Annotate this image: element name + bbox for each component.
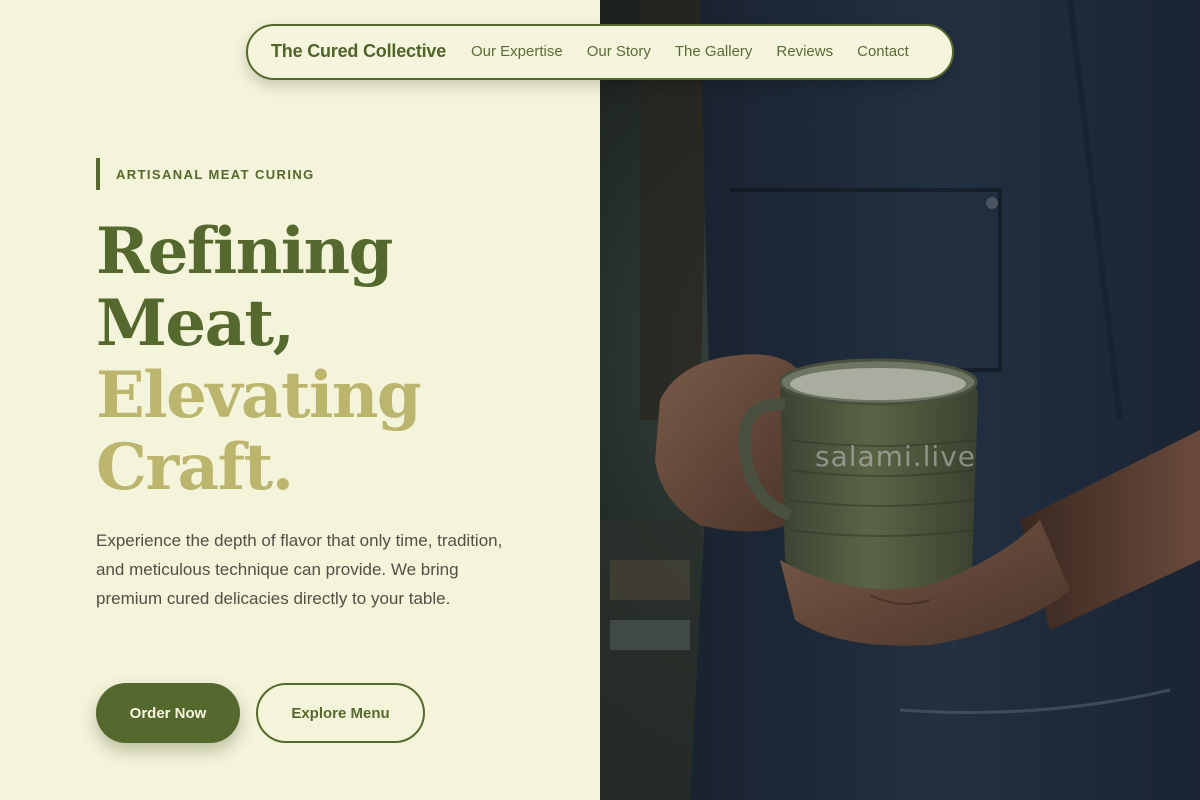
headline-line-4: Craft. xyxy=(96,430,294,505)
hero-headline: Refining Meat, Elevating Craft. xyxy=(96,216,566,504)
headline-line-2: Meat, xyxy=(96,286,295,361)
nav-link-story[interactable]: Our Story xyxy=(587,43,651,60)
hero-eyebrow: ARTISANAL MEAT CURING xyxy=(96,158,315,190)
hero-photo: salami.live xyxy=(600,0,1200,800)
headline-line-1: Refining xyxy=(96,214,393,289)
explore-menu-button[interactable]: Explore Menu xyxy=(256,683,425,743)
nav-links: Our Expertise Our Story The Gallery Revi… xyxy=(471,43,909,60)
hero-description: Experience the depth of flavor that only… xyxy=(96,531,503,608)
nav-link-gallery[interactable]: The Gallery xyxy=(675,43,753,60)
person-holding-mug-photo xyxy=(600,0,1200,800)
nav-link-contact[interactable]: Contact xyxy=(857,43,909,60)
nav-link-reviews[interactable]: Reviews xyxy=(776,43,833,60)
order-now-button[interactable]: Order Now xyxy=(96,683,240,743)
brand-logo-text[interactable]: The Cured Collective xyxy=(271,41,446,62)
headline-line-3: Elevating xyxy=(96,358,422,433)
watermark-text: salami.live xyxy=(815,440,976,473)
nav-link-expertise[interactable]: Our Expertise xyxy=(471,43,563,60)
top-navigation: The Cured Collective Our Expertise Our S… xyxy=(246,24,954,80)
eyebrow-label: ARTISANAL MEAT CURING xyxy=(116,166,315,182)
